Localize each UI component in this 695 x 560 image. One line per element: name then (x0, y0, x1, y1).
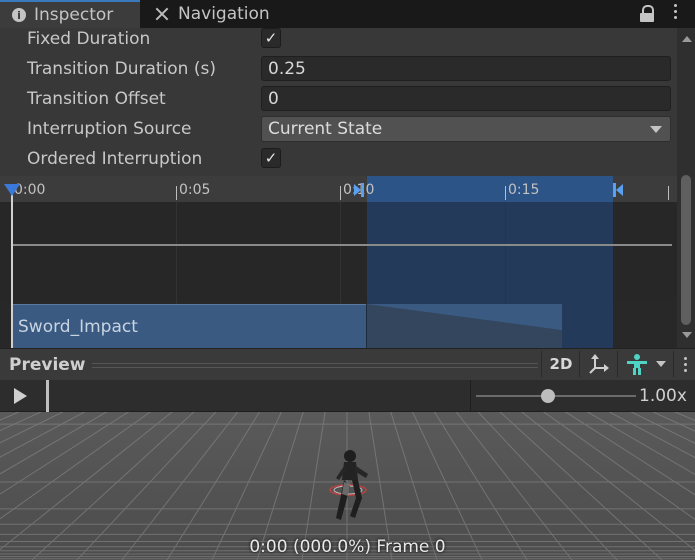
preview-menu-icon[interactable] (673, 351, 695, 377)
preview-header: Preview 2D (0, 348, 695, 380)
ordered-interruption-checkbox[interactable]: ✓ (261, 148, 281, 168)
speed-slider-track[interactable] (476, 395, 636, 397)
preview-viewport[interactable]: 0:00 (000.0%) Frame 0 (0, 412, 695, 560)
timeline-tick-label: 0:15 (508, 182, 540, 198)
preview-drag-handle[interactable] (92, 363, 538, 368)
playback-scrubber[interactable] (46, 380, 49, 412)
lock-icon[interactable] (640, 5, 654, 23)
info-icon: i (12, 8, 26, 22)
transition-end-marker-icon[interactable] (613, 183, 627, 197)
timeline-tick (176, 186, 177, 200)
scroll-up-icon[interactable] (682, 36, 692, 42)
scroll-down-icon[interactable] (682, 332, 692, 338)
kebab-menu-icon[interactable] (670, 4, 680, 24)
interruption-source-value: Current State (268, 119, 383, 139)
transition-duration-label: Transition Duration (s) (27, 59, 216, 79)
clip-blend-fade (367, 304, 562, 348)
check-icon: ✓ (264, 149, 278, 167)
pivot-toggle-button[interactable] (579, 351, 618, 377)
timeline-tick (340, 186, 341, 200)
character-model (329, 450, 368, 520)
clip-name-label: Sword_Impact (18, 317, 138, 337)
chevron-down-icon (650, 126, 662, 133)
tab-inspector-label: Inspector (34, 5, 114, 25)
pivot-axes-icon (589, 354, 609, 374)
toggle-2d-button[interactable]: 2D (541, 351, 580, 377)
playhead-line[interactable] (11, 190, 13, 348)
tab-navigation[interactable]: Navigation (152, 0, 270, 28)
tab-inspector[interactable]: i Inspector (0, 0, 140, 28)
preview-title: Preview (9, 355, 86, 375)
timeline-tick-label: 0:05 (179, 182, 211, 198)
play-icon[interactable] (14, 388, 27, 404)
toggle-2d-label: 2D (549, 355, 573, 373)
transition-duration-field[interactable]: 0.25 (261, 56, 671, 81)
transition-range-highlight[interactable] (367, 176, 613, 202)
transition-duration-value: 0.25 (268, 58, 306, 79)
playback-status: 0:00 (000.0%) Frame 0 (249, 537, 446, 557)
tab-bar: i Inspector Navigation (0, 0, 695, 28)
tab-navigation-label: Navigation (178, 4, 270, 24)
navigation-icon (154, 6, 170, 22)
speed-value: 1.00x (639, 386, 687, 406)
transition-offset-value: 0 (268, 88, 279, 109)
clip-divider (366, 304, 367, 348)
fixed-duration-label: Fixed Duration (27, 29, 151, 49)
timeline-tick (505, 186, 506, 200)
fixed-duration-checkbox[interactable]: ✓ (261, 28, 281, 48)
transition-offset-field[interactable]: 0 (261, 86, 671, 111)
speed-slider-thumb[interactable] (541, 389, 555, 403)
interruption-source-label: Interruption Source (27, 119, 192, 139)
ordered-interruption-label: Ordered Interruption (27, 149, 203, 169)
transition-start-marker-icon[interactable] (352, 183, 366, 197)
avatar-humanoid-icon (627, 354, 647, 375)
timeline-tick (668, 186, 669, 200)
transition-offset-label: Transition Offset (27, 89, 166, 109)
transition-timeline[interactable]: 0:00 0:05 0:10 0:15 Sword_Impact (0, 176, 677, 348)
chevron-down-icon (656, 361, 666, 367)
parameter-curve-line (12, 244, 672, 246)
playhead-marker-icon[interactable] (4, 184, 20, 196)
playback-bar: 1.00x (0, 380, 695, 412)
scrollbar-thumb[interactable] (681, 175, 691, 325)
playbar-divider (470, 380, 471, 412)
check-icon: ✓ (264, 29, 278, 47)
interruption-source-dropdown[interactable]: Current State (261, 116, 671, 142)
avatar-selector-button[interactable] (617, 351, 674, 377)
